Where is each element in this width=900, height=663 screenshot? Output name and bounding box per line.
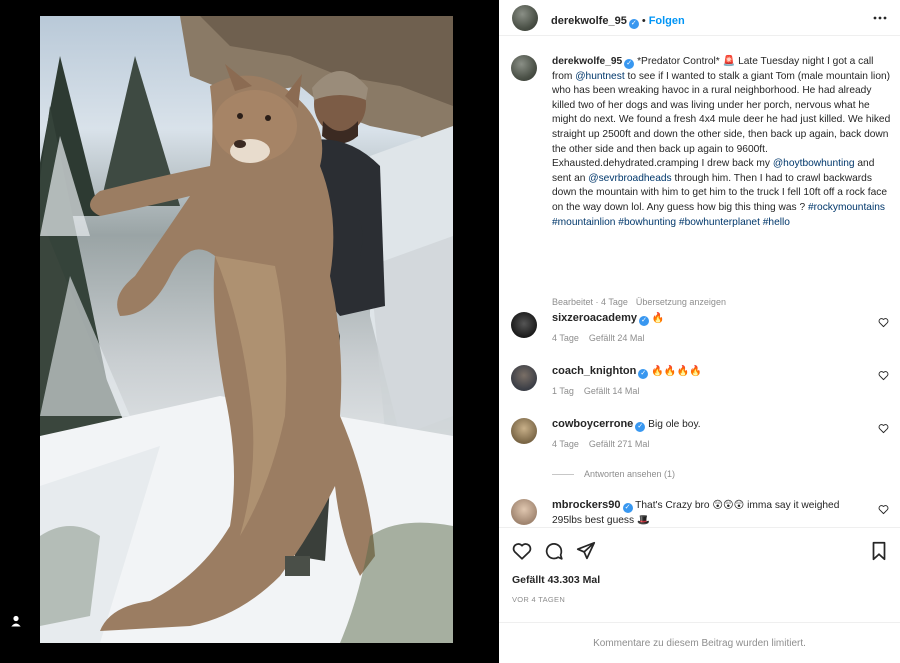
mention-link[interactable]: @sevrbroadheads [588, 173, 671, 184]
commenter-username[interactable]: sixzeroacademy [552, 312, 637, 324]
post-photo[interactable] [40, 16, 453, 643]
commenter-username[interactable]: coach_knighton [552, 365, 636, 377]
more-options-icon[interactable] [872, 10, 888, 26]
comment-body: coach_knighton ✓ 🔥🔥🔥🔥 [552, 364, 868, 380]
view-replies-label: Antworten ansehen (1) [584, 469, 676, 479]
heart-icon[interactable] [878, 423, 889, 434]
caption-text: derekwolfe_95 ✓ *Predator Control* 🚨 Late… [552, 55, 892, 230]
post-timestamp: VOR 4 TAGEN [512, 595, 566, 604]
heart-icon[interactable] [878, 317, 889, 328]
commenter-avatar[interactable] [511, 365, 537, 391]
comment-body: sixzeroacademy ✓ 🔥 [552, 311, 868, 327]
comment-likes[interactable]: Gefällt 14 Mal [584, 386, 640, 396]
verified-badge-icon: ✓ [639, 316, 649, 326]
comment-age: 4 Tage [552, 439, 579, 449]
comment-likes[interactable]: Gefällt 271 Mal [589, 439, 650, 449]
heart-icon[interactable] [511, 540, 533, 562]
comment-meta: 4 Tage Gefällt 271 Mal [552, 439, 659, 449]
comment-item: coach_knighton ✓ 🔥🔥🔥🔥 1 Tag Gefällt 14 Mal [511, 364, 893, 404]
hashtag-link[interactable]: #rockymountains [808, 202, 885, 213]
commenter-username[interactable]: cowboycerrone [552, 418, 633, 430]
photo-illustration [40, 16, 453, 643]
share-icon[interactable] [575, 540, 597, 562]
comment-age: 1 Tag [552, 386, 574, 396]
verified-badge-icon: ✓ [622, 503, 633, 513]
post-details-panel: derekwolfe_95 ✓ • Folgen derekwolfe_95 ✓ *Pr… [499, 0, 900, 663]
verified-badge-icon: ✓ [624, 59, 635, 69]
comment-item: sixzeroacademy ✓ 🔥 4 Tage Gefällt 24 Mal [511, 311, 893, 351]
comments-list[interactable]: derekwolfe_95 ✓ *Predator Control* 🚨 Late… [499, 37, 900, 528]
mention-link[interactable]: @huntnest [575, 71, 624, 82]
comment-body: cowboycerrone ✓ Big ole boy. [552, 417, 868, 433]
post-header: derekwolfe_95 ✓ • Folgen [499, 0, 900, 36]
caption-meta: Bearbeitet · 4 Tage Übersetzung anzeigen [552, 297, 734, 307]
comment-text: 🔥 [651, 313, 665, 324]
comment-meta: 4 Tage Gefällt 24 Mal [552, 333, 654, 343]
comment-body: mbrockers90 ✓ That's Crazy bro 😲😲😲 imma s… [552, 498, 868, 527]
comment-icon[interactable] [543, 540, 565, 562]
author-username[interactable]: derekwolfe_95 [551, 15, 627, 27]
hashtag-link[interactable]: #hello [763, 217, 790, 228]
comment-item: mbrockers90 ✓ That's Crazy bro 😲😲😲 imma s… [511, 498, 893, 527]
caption-author-avatar[interactable] [511, 55, 537, 81]
commenter-avatar[interactable] [511, 499, 537, 525]
caption-author-username[interactable]: derekwolfe_95 [552, 56, 622, 67]
comment-text: Big ole boy. [648, 419, 701, 430]
comment-meta: 1 Tag Gefällt 14 Mal [552, 386, 649, 396]
author-avatar[interactable] [512, 5, 538, 31]
hashtag-link[interactable]: #mountainlion [552, 217, 615, 228]
heart-icon[interactable] [878, 370, 889, 381]
caption-segment: to see if I wanted to stalk a giant Tom … [552, 70, 891, 170]
comment-likes[interactable]: Gefällt 24 Mal [589, 333, 645, 343]
verified-badge-icon: ✓ [638, 369, 649, 379]
user-tag-icon[interactable] [9, 614, 23, 628]
follow-button[interactable]: Folgen [649, 15, 685, 27]
translate-link[interactable]: Übersetzung anzeigen [636, 297, 726, 307]
verified-badge-icon: ✓ [628, 19, 639, 29]
bookmark-icon[interactable] [868, 540, 890, 562]
likes-count[interactable]: Gefällt 43.303 Mal [512, 574, 600, 586]
comment-item: cowboycerrone ✓ Big ole boy. 4 Tage Gefäll… [511, 417, 893, 457]
comment-text: 🔥🔥🔥🔥 [651, 366, 702, 377]
hashtag-link[interactable]: #bowhunterplanet [679, 217, 760, 228]
view-replies-button[interactable]: Antworten ansehen (1) [552, 469, 675, 479]
mention-link[interactable]: @hoytbowhunting [773, 158, 855, 169]
heart-icon[interactable] [878, 504, 889, 515]
post-header-info: derekwolfe_95 ✓ • Folgen [551, 11, 685, 29]
commenter-avatar[interactable] [511, 312, 537, 338]
hashtag-link[interactable]: #bowhunting [618, 217, 676, 228]
post-media-area [0, 0, 499, 663]
replies-divider-line [552, 473, 574, 475]
caption-edited-time: Bearbeitet · 4 Tage [552, 297, 628, 307]
commenter-username[interactable]: mbrockers90 [552, 499, 621, 511]
verified-badge-icon: ✓ [635, 422, 646, 432]
separator-dot: • [641, 15, 646, 27]
comments-limited-notice: Kommentare zu diesem Beitrag wurden limi… [499, 622, 900, 663]
comment-age: 4 Tage [552, 333, 579, 343]
commenter-avatar[interactable] [511, 418, 537, 444]
